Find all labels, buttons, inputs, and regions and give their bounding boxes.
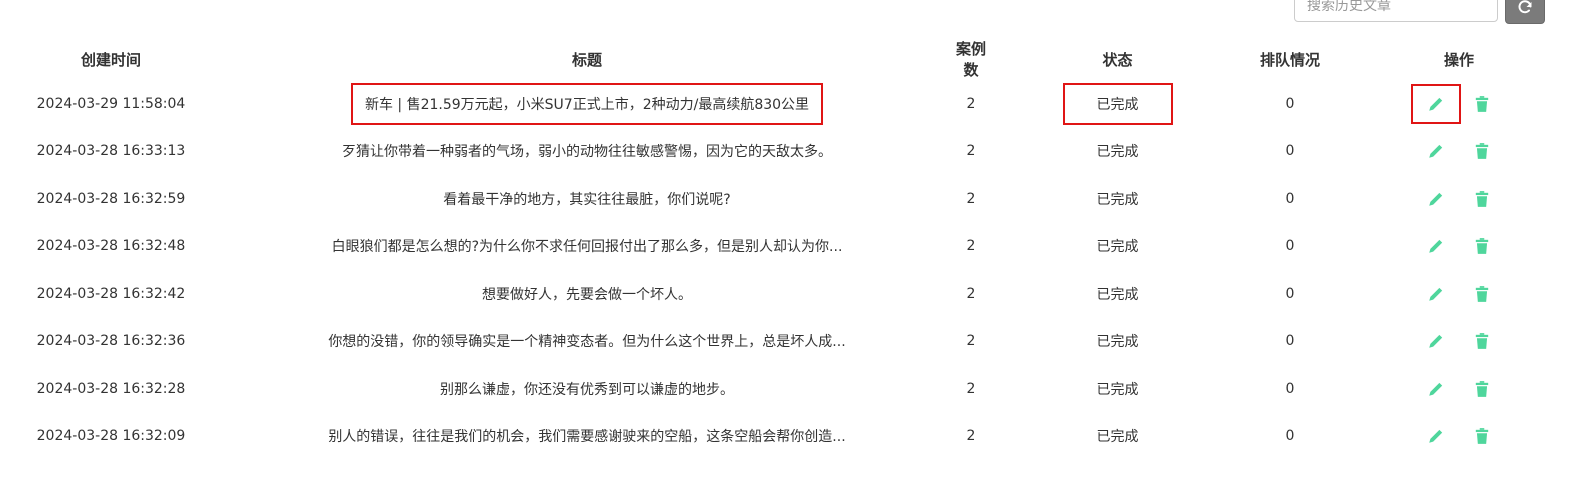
- created-time: 2024-03-29 11:58:04: [36, 95, 186, 112]
- header-actions: 操作: [1443, 50, 1474, 69]
- edit-button[interactable]: [1413, 276, 1459, 312]
- delete-button[interactable]: [1459, 228, 1505, 264]
- delete-button[interactable]: [1459, 418, 1505, 454]
- trash-icon: [1475, 190, 1489, 207]
- created-time: 2024-03-28 16:32:09: [36, 428, 186, 445]
- created-time: 2024-03-28 16:32:28: [36, 380, 186, 397]
- header-title: 标题: [571, 50, 602, 69]
- table-row: 2024-03-29 11:58:04 新车 | 售21.59万元起，小米SU7…: [0, 80, 1583, 128]
- header-cases: 案例数: [955, 40, 986, 79]
- article-title-link[interactable]: 别那么谦虚，你还没有优秀到可以谦虚的地步。: [222, 365, 952, 413]
- status-badge: 已完成: [1096, 286, 1139, 303]
- article-title-link[interactable]: 白眼狼们都是怎么想的?为什么你不求任何回报付出了那么多，但是别人却认为你...: [222, 223, 952, 271]
- delete-button[interactable]: [1459, 323, 1505, 359]
- pencil-icon: [1429, 192, 1443, 206]
- pencil-icon: [1429, 240, 1443, 253]
- case-count: 2: [966, 238, 976, 255]
- trash-icon: [1475, 238, 1489, 255]
- queue-count: 0: [1285, 285, 1295, 302]
- trash-icon: [1475, 143, 1489, 160]
- pencil-icon: [1429, 430, 1443, 443]
- history-table: 创建时间 标题 案例数 状态 排队情况 操作 2024-03-29 11:58:…: [0, 38, 1583, 460]
- status-badge: 已完成: [1096, 144, 1139, 161]
- case-count: 2: [966, 380, 976, 397]
- article-title-link[interactable]: 歹猜让你带着一种弱者的气场，弱小的动物往往敏感警惕，因为它的天敌太多。: [222, 128, 952, 176]
- header-created: 创建时间: [80, 50, 141, 69]
- table-row: 2024-03-28 16:32:28 别那么谦虚，你还没有优秀到可以谦虚的地步…: [0, 365, 1583, 413]
- edit-button[interactable]: [1413, 133, 1459, 169]
- created-time: 2024-03-28 16:32:42: [36, 285, 186, 302]
- header-status: 状态: [1102, 50, 1133, 69]
- article-title-link[interactable]: 你想的没错，你的领导确实是一个精神变态者。但为什么这个世界上，总是坏人成...: [222, 318, 952, 366]
- delete-button[interactable]: [1459, 133, 1505, 169]
- pencil-icon: [1429, 382, 1443, 396]
- edit-button[interactable]: [1413, 323, 1459, 359]
- table-row: 2024-03-28 16:32:36 你想的没错，你的领导确实是一个精神变态者…: [0, 318, 1583, 366]
- table-row: 2024-03-28 16:32:48 白眼狼们都是怎么想的?为什么你不求任何回…: [0, 223, 1583, 271]
- table-header-row: 创建时间 标题 案例数 状态 排队情况 操作: [0, 38, 1583, 80]
- refresh-icon: [1518, 0, 1532, 14]
- case-count: 2: [966, 143, 976, 160]
- delete-button[interactable]: [1459, 371, 1505, 407]
- queue-count: 0: [1285, 143, 1295, 160]
- pencil-icon: [1429, 287, 1443, 301]
- trash-icon: [1475, 380, 1489, 397]
- case-count: 2: [966, 333, 976, 350]
- status-badge: 已完成: [1096, 191, 1139, 208]
- status-badge: 已完成: [1096, 334, 1139, 351]
- edit-button[interactable]: [1413, 181, 1459, 217]
- pencil-icon: [1429, 97, 1443, 111]
- delete-button[interactable]: [1459, 276, 1505, 312]
- delete-button[interactable]: [1459, 181, 1505, 217]
- table-row: 2024-03-28 16:33:13 歹猜让你带着一种弱者的气场，弱小的动物往…: [0, 128, 1583, 176]
- case-count: 2: [966, 428, 976, 445]
- edit-button[interactable]: [1413, 228, 1459, 264]
- edit-button[interactable]: [1413, 371, 1459, 407]
- queue-count: 0: [1285, 428, 1295, 445]
- case-count: 2: [966, 95, 976, 112]
- article-title-link[interactable]: 别人的错误，往往是我们的机会，我们需要感谢驶来的空船，这条空船会帮你创造...: [222, 413, 952, 461]
- status-badge: 已完成: [1096, 429, 1139, 446]
- queue-count: 0: [1285, 190, 1295, 207]
- queue-count: 0: [1285, 95, 1295, 112]
- status-badge: 已完成: [1096, 381, 1139, 398]
- trash-icon: [1475, 285, 1489, 302]
- queue-count: 0: [1285, 380, 1295, 397]
- article-title-link[interactable]: 看着最干净的地方，其实往往最脏，你们说呢?: [222, 175, 952, 223]
- header-queue: 排队情况: [1259, 50, 1320, 69]
- trash-icon: [1475, 333, 1489, 350]
- search-input[interactable]: [1294, 0, 1498, 22]
- edit-button[interactable]: [1411, 83, 1461, 124]
- pencil-icon: [1429, 145, 1443, 158]
- created-time: 2024-03-28 16:32:48: [36, 238, 186, 255]
- created-time: 2024-03-28 16:33:13: [36, 143, 186, 160]
- trash-icon: [1475, 428, 1489, 445]
- created-time: 2024-03-28 16:32:59: [36, 190, 186, 207]
- status-badge: 已完成: [1096, 239, 1139, 256]
- case-count: 2: [966, 190, 976, 207]
- delete-button[interactable]: [1459, 86, 1505, 122]
- article-title-link[interactable]: 想要做好人，先要会做一个坏人。: [222, 270, 952, 318]
- queue-count: 0: [1285, 333, 1295, 350]
- table-row: 2024-03-28 16:32:09 别人的错误，往往是我们的机会，我们需要感…: [0, 413, 1583, 461]
- table-row: 2024-03-28 16:32:59 看着最干净的地方，其实往往最脏，你们说呢…: [0, 175, 1583, 223]
- queue-count: 0: [1285, 238, 1295, 255]
- created-time: 2024-03-28 16:32:36: [36, 333, 186, 350]
- case-count: 2: [966, 285, 976, 302]
- table-row: 2024-03-28 16:32:42 想要做好人，先要会做一个坏人。 2 已完…: [0, 270, 1583, 318]
- status-badge: 已完成: [1062, 82, 1173, 125]
- refresh-button[interactable]: [1505, 0, 1545, 24]
- edit-button[interactable]: [1413, 418, 1459, 454]
- trash-icon: [1475, 95, 1489, 112]
- article-title-link[interactable]: 新车 | 售21.59万元起，小米SU7正式上市，2种动力/最高续航830公里: [350, 82, 824, 125]
- pencil-icon: [1429, 335, 1443, 348]
